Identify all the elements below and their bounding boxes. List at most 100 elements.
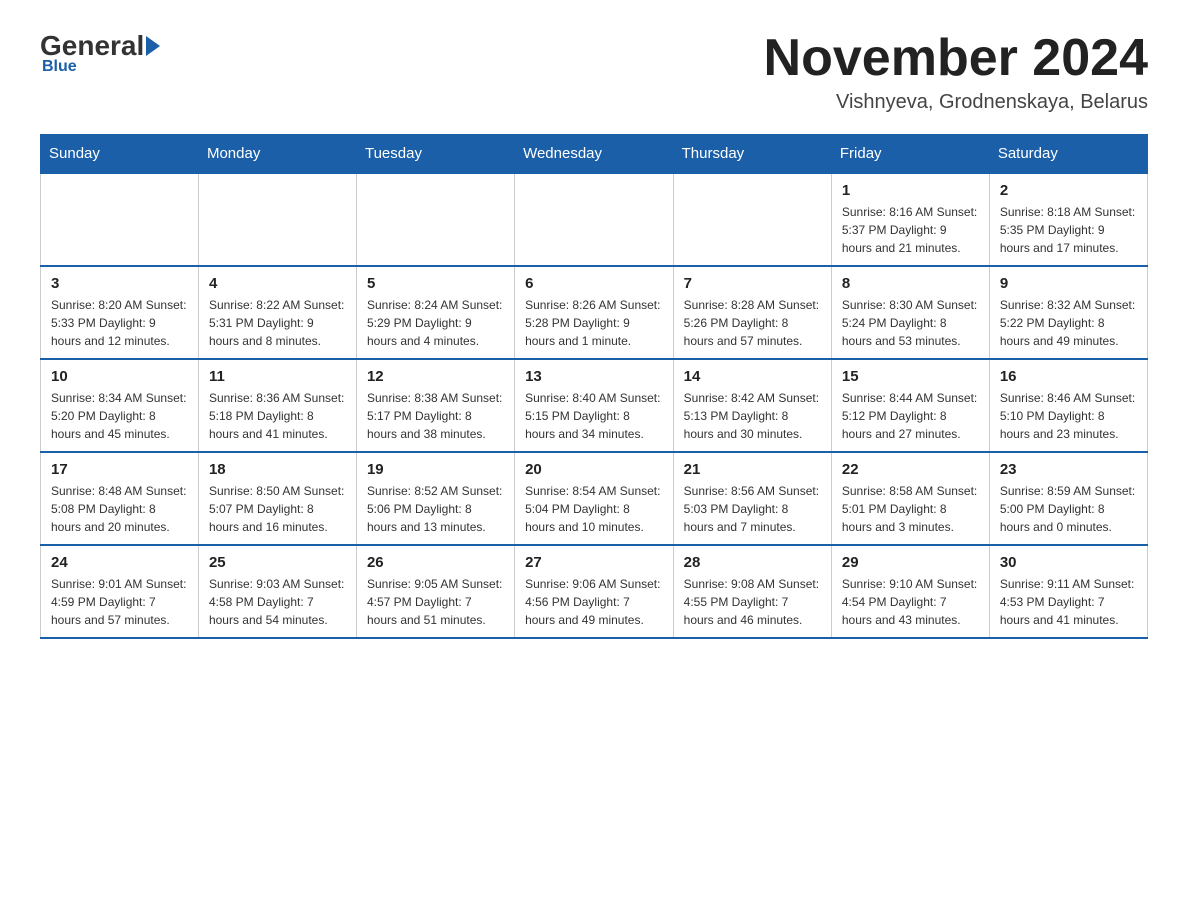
header-thursday: Thursday	[673, 135, 831, 174]
day-number: 12	[367, 368, 504, 385]
calendar-cell: 17 Sunrise: 8:48 AM Sunset: 5:08 PM Dayli…	[41, 452, 199, 545]
calendar-cell	[356, 173, 514, 266]
day-number: 23	[1000, 461, 1137, 478]
day-number: 10	[51, 368, 188, 385]
day-info: Sunrise: 8:58 AM Sunset: 5:01 PM Dayligh…	[842, 482, 979, 536]
calendar-cell: 15 Sunrise: 8:44 AM Sunset: 5:12 PM Dayli…	[831, 359, 989, 452]
calendar-week-5: 24 Sunrise: 9:01 AM Sunset: 4:59 PM Dayli…	[41, 545, 1148, 638]
day-number: 4	[209, 275, 346, 292]
day-info: Sunrise: 8:18 AM Sunset: 5:35 PM Dayligh…	[1000, 203, 1137, 257]
calendar-cell: 1 Sunrise: 8:16 AM Sunset: 5:37 PM Daylig…	[831, 173, 989, 266]
day-number: 7	[684, 275, 821, 292]
calendar-cell	[515, 173, 674, 266]
calendar-cell: 29Sunrise: 9:10 AM Sunset: 4:54 PM Dayli…	[831, 545, 989, 638]
calendar-cell: 18 Sunrise: 8:50 AM Sunset: 5:07 PM Dayli…	[198, 452, 356, 545]
day-number: 24	[51, 554, 188, 571]
day-number: 9	[1000, 275, 1137, 292]
day-info: Sunrise: 8:56 AM Sunset: 5:03 PM Dayligh…	[684, 482, 821, 536]
calendar-header-row: SundayMondayTuesdayWednesdayThursdayFrid…	[41, 135, 1148, 174]
day-info: Sunrise: 8:16 AM Sunset: 5:37 PM Dayligh…	[842, 203, 979, 257]
day-number: 3	[51, 275, 188, 292]
day-info: Sunrise: 8:26 AM Sunset: 5:28 PM Dayligh…	[525, 296, 663, 350]
calendar-cell: 2Sunrise: 8:18 AM Sunset: 5:35 PM Daylig…	[989, 173, 1147, 266]
day-number: 19	[367, 461, 504, 478]
day-info: Sunrise: 9:11 AM Sunset: 4:53 PM Dayligh…	[1000, 575, 1137, 629]
calendar-cell: 5Sunrise: 8:24 AM Sunset: 5:29 PM Daylig…	[356, 266, 514, 359]
calendar-week-3: 10 Sunrise: 8:34 AM Sunset: 5:20 PM Dayli…	[41, 359, 1148, 452]
calendar-cell	[673, 173, 831, 266]
calendar-week-4: 17 Sunrise: 8:48 AM Sunset: 5:08 PM Dayli…	[41, 452, 1148, 545]
calendar-cell	[198, 173, 356, 266]
calendar-cell: 3Sunrise: 8:20 AM Sunset: 5:33 PM Daylig…	[41, 266, 199, 359]
day-info: Sunrise: 8:22 AM Sunset: 5:31 PM Dayligh…	[209, 296, 346, 350]
calendar-cell: 24 Sunrise: 9:01 AM Sunset: 4:59 PM Dayli…	[41, 545, 199, 638]
calendar-cell: 20Sunrise: 8:54 AM Sunset: 5:04 PM Dayli…	[515, 452, 674, 545]
calendar-cell: 11 Sunrise: 8:36 AM Sunset: 5:18 PM Dayli…	[198, 359, 356, 452]
calendar-cell: 23 Sunrise: 8:59 AM Sunset: 5:00 PM Dayli…	[989, 452, 1147, 545]
day-number: 14	[684, 368, 821, 385]
header-wednesday: Wednesday	[515, 135, 674, 174]
day-number: 13	[525, 368, 663, 385]
day-info: Sunrise: 9:03 AM Sunset: 4:58 PM Dayligh…	[209, 575, 346, 629]
day-info: Sunrise: 9:05 AM Sunset: 4:57 PM Dayligh…	[367, 575, 504, 629]
day-info: Sunrise: 8:36 AM Sunset: 5:18 PM Dayligh…	[209, 389, 346, 443]
logo-area: General Blue	[40, 30, 160, 76]
calendar-cell: 30Sunrise: 9:11 AM Sunset: 4:53 PM Dayli…	[989, 545, 1147, 638]
month-title: November 2024	[764, 30, 1148, 87]
calendar-cell: 27Sunrise: 9:06 AM Sunset: 4:56 PM Dayli…	[515, 545, 674, 638]
header-tuesday: Tuesday	[356, 135, 514, 174]
logo-blue-text: Blue	[42, 58, 77, 76]
day-number: 25	[209, 554, 346, 571]
day-info: Sunrise: 8:50 AM Sunset: 5:07 PM Dayligh…	[209, 482, 346, 536]
day-number: 11	[209, 368, 346, 385]
day-info: Sunrise: 8:28 AM Sunset: 5:26 PM Dayligh…	[684, 296, 821, 350]
header-sunday: Sunday	[41, 135, 199, 174]
calendar-cell: 4 Sunrise: 8:22 AM Sunset: 5:31 PM Daylig…	[198, 266, 356, 359]
calendar-cell: 26 Sunrise: 9:05 AM Sunset: 4:57 PM Dayli…	[356, 545, 514, 638]
day-number: 1	[842, 182, 979, 199]
day-number: 28	[684, 554, 821, 571]
calendar-cell: 28 Sunrise: 9:08 AM Sunset: 4:55 PM Dayli…	[673, 545, 831, 638]
calendar-cell: 7 Sunrise: 8:28 AM Sunset: 5:26 PM Daylig…	[673, 266, 831, 359]
header: General Blue November 2024 Vishnyeva, Gr…	[40, 30, 1148, 114]
day-info: Sunrise: 8:34 AM Sunset: 5:20 PM Dayligh…	[51, 389, 188, 443]
day-info: Sunrise: 9:01 AM Sunset: 4:59 PM Dayligh…	[51, 575, 188, 629]
day-number: 21	[684, 461, 821, 478]
day-number: 15	[842, 368, 979, 385]
day-number: 29	[842, 554, 979, 571]
logo-triangle-icon	[146, 36, 160, 56]
day-number: 8	[842, 275, 979, 292]
header-saturday: Saturday	[989, 135, 1147, 174]
day-info: Sunrise: 8:40 AM Sunset: 5:15 PM Dayligh…	[525, 389, 663, 443]
day-info: Sunrise: 9:06 AM Sunset: 4:56 PM Dayligh…	[525, 575, 663, 629]
calendar-cell	[41, 173, 199, 266]
calendar-cell: 9 Sunrise: 8:32 AM Sunset: 5:22 PM Daylig…	[989, 266, 1147, 359]
day-number: 18	[209, 461, 346, 478]
day-info: Sunrise: 8:42 AM Sunset: 5:13 PM Dayligh…	[684, 389, 821, 443]
day-info: Sunrise: 9:08 AM Sunset: 4:55 PM Dayligh…	[684, 575, 821, 629]
calendar-week-1: 1 Sunrise: 8:16 AM Sunset: 5:37 PM Daylig…	[41, 173, 1148, 266]
day-info: Sunrise: 8:48 AM Sunset: 5:08 PM Dayligh…	[51, 482, 188, 536]
header-friday: Friday	[831, 135, 989, 174]
day-info: Sunrise: 8:32 AM Sunset: 5:22 PM Dayligh…	[1000, 296, 1137, 350]
day-info: Sunrise: 8:52 AM Sunset: 5:06 PM Dayligh…	[367, 482, 504, 536]
day-info: Sunrise: 8:44 AM Sunset: 5:12 PM Dayligh…	[842, 389, 979, 443]
day-number: 17	[51, 461, 188, 478]
calendar-cell: 16Sunrise: 8:46 AM Sunset: 5:10 PM Dayli…	[989, 359, 1147, 452]
day-info: Sunrise: 8:30 AM Sunset: 5:24 PM Dayligh…	[842, 296, 979, 350]
day-info: Sunrise: 8:38 AM Sunset: 5:17 PM Dayligh…	[367, 389, 504, 443]
calendar-cell: 10 Sunrise: 8:34 AM Sunset: 5:20 PM Dayli…	[41, 359, 199, 452]
calendar-cell: 22Sunrise: 8:58 AM Sunset: 5:01 PM Dayli…	[831, 452, 989, 545]
day-number: 26	[367, 554, 504, 571]
calendar-table: SundayMondayTuesdayWednesdayThursdayFrid…	[40, 134, 1148, 639]
calendar-cell: 8 Sunrise: 8:30 AM Sunset: 5:24 PM Daylig…	[831, 266, 989, 359]
day-info: Sunrise: 8:59 AM Sunset: 5:00 PM Dayligh…	[1000, 482, 1137, 536]
location-title: Vishnyeva, Grodnenskaya, Belarus	[764, 91, 1148, 114]
calendar-cell: 14 Sunrise: 8:42 AM Sunset: 5:13 PM Dayli…	[673, 359, 831, 452]
day-number: 20	[525, 461, 663, 478]
calendar-cell: 21 Sunrise: 8:56 AM Sunset: 5:03 PM Dayli…	[673, 452, 831, 545]
day-number: 5	[367, 275, 504, 292]
calendar-cell: 25 Sunrise: 9:03 AM Sunset: 4:58 PM Dayli…	[198, 545, 356, 638]
day-info: Sunrise: 8:46 AM Sunset: 5:10 PM Dayligh…	[1000, 389, 1137, 443]
calendar-cell: 6Sunrise: 8:26 AM Sunset: 5:28 PM Daylig…	[515, 266, 674, 359]
